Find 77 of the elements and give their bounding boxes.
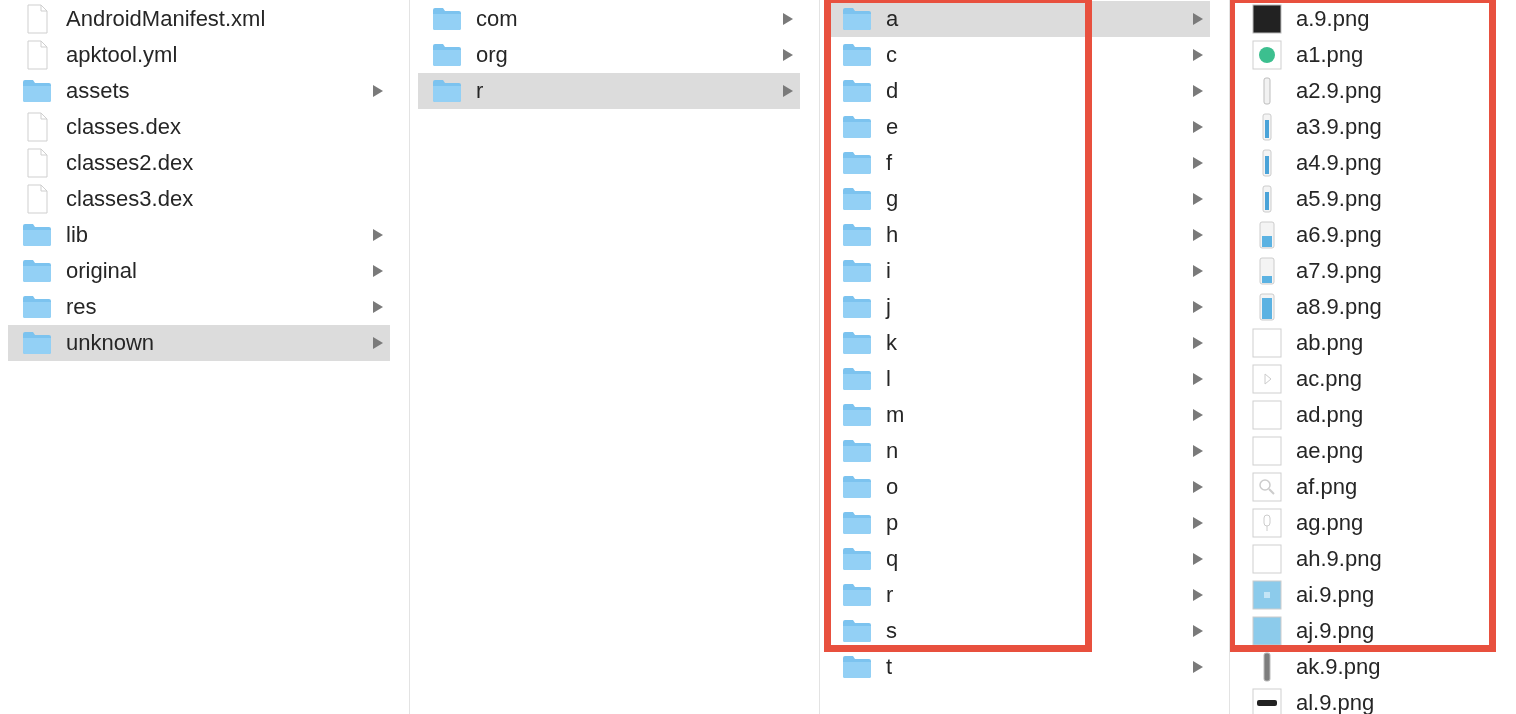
folder-icon: [842, 439, 872, 463]
image-thumbnail-icon: [1252, 400, 1282, 430]
disclosure-arrow-icon[interactable]: [1192, 480, 1204, 494]
image-thumbnail-icon: [1262, 113, 1272, 141]
folder-icon: [22, 331, 52, 355]
folder-icon: [842, 475, 872, 499]
folder-row[interactable]: a: [828, 1, 1210, 37]
folder-icon: [22, 223, 52, 247]
disclosure-arrow-icon[interactable]: [1192, 264, 1204, 278]
folder-icon: [432, 7, 462, 31]
image-thumbnail-icon: [1252, 508, 1282, 538]
image-thumbnail-icon: [1252, 4, 1282, 34]
folder-icon: [842, 511, 872, 535]
disclosure-arrow-icon[interactable]: [1192, 84, 1204, 98]
image-thumbnail-icon: [1262, 149, 1272, 177]
image-thumbnail-icon: [1252, 544, 1282, 574]
folder-icon: [432, 43, 462, 67]
disclosure-arrow-icon[interactable]: [1192, 300, 1204, 314]
disclosure-arrow-icon[interactable]: [1192, 624, 1204, 638]
disclosure-arrow-icon[interactable]: [372, 336, 384, 350]
folder-icon: [842, 223, 872, 247]
image-thumbnail-icon: [1252, 472, 1282, 502]
disclosure-arrow-icon[interactable]: [1192, 48, 1204, 62]
disclosure-arrow-icon[interactable]: [1192, 12, 1204, 26]
folder-row[interactable]: unknown: [8, 325, 390, 361]
disclosure-arrow-icon[interactable]: [1192, 408, 1204, 422]
folder-icon: [842, 331, 872, 355]
folder-icon: [842, 403, 872, 427]
disclosure-arrow-icon[interactable]: [372, 84, 384, 98]
folder-icon: [22, 79, 52, 103]
disclosure-arrow-icon[interactable]: [1192, 516, 1204, 530]
folder-icon: [842, 619, 872, 643]
image-thumbnail-icon: [1252, 364, 1282, 394]
image-thumbnail-icon: [1263, 77, 1271, 105]
folder-icon: [842, 547, 872, 571]
folder-icon: [842, 259, 872, 283]
image-thumbnail-icon: [1259, 221, 1275, 249]
folder-icon: [842, 367, 872, 391]
image-thumbnail-icon: [1252, 616, 1282, 646]
disclosure-arrow-icon[interactable]: [1192, 228, 1204, 242]
folder-icon: [842, 583, 872, 607]
disclosure-arrow-icon[interactable]: [1192, 444, 1204, 458]
disclosure-arrow-icon[interactable]: [782, 84, 794, 98]
disclosure-arrow-icon[interactable]: [1192, 120, 1204, 134]
folder-icon: [842, 655, 872, 679]
folder-icon: [842, 151, 872, 175]
disclosure-arrow-icon[interactable]: [1192, 156, 1204, 170]
image-thumbnail-icon: [1263, 652, 1271, 682]
disclosure-arrow-icon[interactable]: [782, 48, 794, 62]
folder-icon: [842, 43, 872, 67]
image-thumbnail-icon: [1252, 328, 1282, 358]
folder-icon: [22, 259, 52, 283]
folder-row[interactable]: r: [418, 73, 800, 109]
image-thumbnail-icon: [1259, 293, 1275, 321]
disclosure-arrow-icon[interactable]: [372, 300, 384, 314]
folder-icon: [842, 7, 872, 31]
image-thumbnail-icon: [1262, 185, 1272, 213]
folder-icon: [22, 295, 52, 319]
image-thumbnail-icon: [1252, 436, 1282, 466]
disclosure-arrow-icon[interactable]: [1192, 336, 1204, 350]
disclosure-arrow-icon[interactable]: [1192, 372, 1204, 386]
disclosure-arrow-icon[interactable]: [1192, 588, 1204, 602]
image-thumbnail-icon: [1252, 688, 1282, 714]
disclosure-arrow-icon[interactable]: [782, 12, 794, 26]
disclosure-arrow-icon[interactable]: [372, 264, 384, 278]
disclosure-arrow-icon[interactable]: [1192, 660, 1204, 674]
folder-icon: [842, 295, 872, 319]
folder-icon: [842, 79, 872, 103]
folder-icon: [842, 115, 872, 139]
disclosure-arrow-icon[interactable]: [1192, 552, 1204, 566]
image-thumbnail-icon: [1252, 580, 1282, 610]
disclosure-arrow-icon[interactable]: [372, 228, 384, 242]
folder-icon: [432, 79, 462, 103]
disclosure-arrow-icon[interactable]: [1192, 192, 1204, 206]
image-thumbnail-icon: [1259, 257, 1275, 285]
image-thumbnail-icon: [1252, 40, 1282, 70]
folder-icon: [842, 187, 872, 211]
